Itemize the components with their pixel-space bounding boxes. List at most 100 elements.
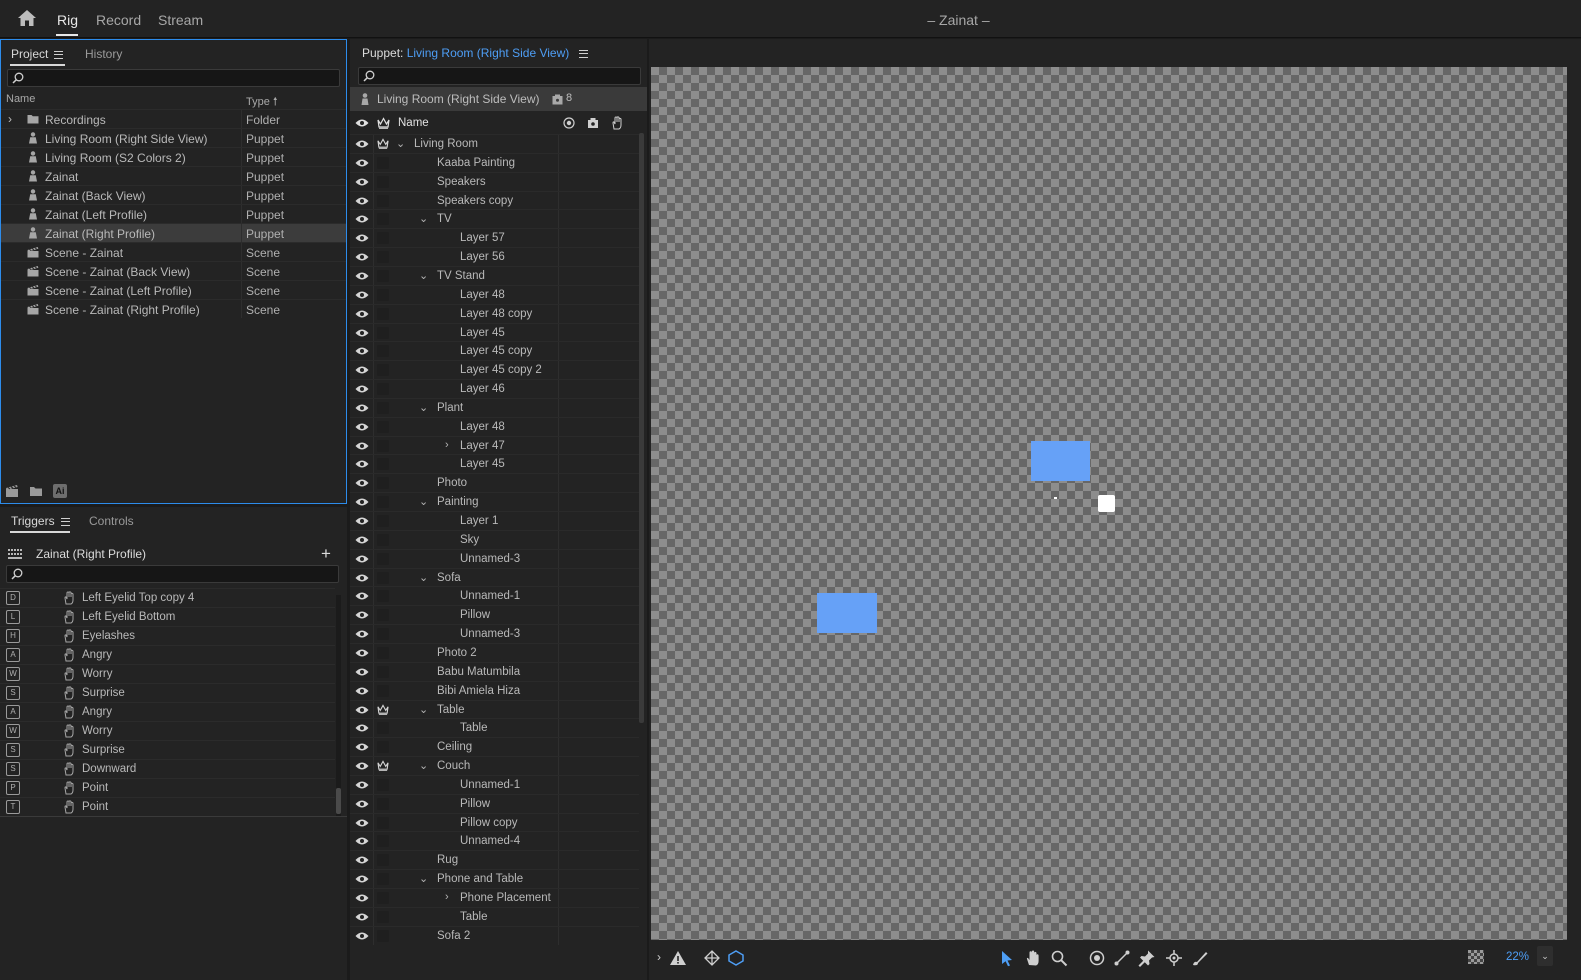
eye-icon[interactable] <box>355 403 369 413</box>
dragger-tool-icon[interactable] <box>1165 949 1183 967</box>
chevron-down-icon[interactable]: ⌄ <box>419 872 428 885</box>
eye-icon[interactable] <box>355 855 369 865</box>
zoom-tool-icon[interactable] <box>1050 949 1068 967</box>
chevron-down-icon[interactable]: ⌄ <box>1537 946 1553 966</box>
stick-tool-icon[interactable] <box>1113 949 1131 967</box>
triggers-search-input[interactable] <box>25 566 334 582</box>
layer-row[interactable]: › Layer 47 <box>350 435 639 455</box>
column-name[interactable]: Name <box>398 117 429 129</box>
crown-toggle[interactable] <box>377 326 389 339</box>
trigger-item[interactable]: S Surprise <box>0 683 335 702</box>
tab-triggers[interactable]: Triggers <box>11 514 70 528</box>
crown-toggle[interactable] <box>377 307 389 320</box>
layer-row[interactable]: Layer 45 copy 2 <box>350 360 639 380</box>
trigger-item[interactable]: D Left Eyelid Top copy 4 <box>0 588 335 607</box>
trigger-key[interactable]: T <box>6 800 20 814</box>
layer-row[interactable]: Kaaba Painting <box>350 152 639 172</box>
selection-tool-icon[interactable] <box>998 949 1016 967</box>
layer-row[interactable]: Layer 48 <box>350 416 639 436</box>
crown-toggle[interactable] <box>377 213 389 226</box>
crown-toggle[interactable] <box>377 288 389 301</box>
project-item[interactable]: Scene - Zainat (Left Profile) Scene <box>1 280 346 299</box>
origin-tool-icon[interactable] <box>1088 949 1106 967</box>
trigger-item[interactable]: P Point <box>0 778 335 797</box>
new-scene-icon[interactable] <box>5 484 19 498</box>
eye-icon[interactable] <box>355 214 369 224</box>
trigger-key[interactable]: A <box>6 705 20 719</box>
trigger-key[interactable]: P <box>6 781 20 795</box>
warning-icon[interactable] <box>669 949 687 967</box>
eye-icon[interactable] <box>355 516 369 526</box>
trigger-key[interactable]: D <box>6 591 20 605</box>
layer-row[interactable]: Babu Matumbila <box>350 661 639 681</box>
triggers-scrollbar-track[interactable] <box>336 595 341 817</box>
layer-row[interactable]: ⌄ Painting <box>350 492 639 512</box>
independence-icon[interactable] <box>587 117 599 129</box>
origin-icon[interactable] <box>563 117 575 129</box>
trigger-item[interactable]: A Angry <box>0 702 335 721</box>
crown-toggle[interactable] <box>377 892 389 904</box>
eye-icon[interactable] <box>355 648 369 658</box>
layer-row[interactable]: Unnamed-1 <box>350 586 639 606</box>
eye-icon[interactable] <box>355 422 369 432</box>
layer-row[interactable]: Layer 48 <box>350 284 639 304</box>
layer-row[interactable]: Speakers copy <box>350 190 639 210</box>
new-folder-icon[interactable] <box>29 484 43 498</box>
mesh-icon[interactable] <box>703 949 721 967</box>
crown-toggle[interactable] <box>377 194 389 207</box>
crown-toggle[interactable] <box>377 364 389 377</box>
puppet-search-input[interactable] <box>377 68 636 84</box>
crown-toggle[interactable] <box>377 665 389 678</box>
tab-controls[interactable]: Controls <box>89 514 134 528</box>
hand-tool-icon[interactable] <box>1024 949 1042 967</box>
chevron-down-icon[interactable]: ⌄ <box>419 495 428 508</box>
crown-toggle[interactable] <box>377 401 389 414</box>
layer-row[interactable]: Table <box>350 906 639 926</box>
crown-toggle[interactable] <box>377 929 389 942</box>
trigger-key[interactable]: A <box>6 648 20 662</box>
crown-toggle[interactable] <box>377 741 389 754</box>
layer-row[interactable]: ⌄ TV Stand <box>350 265 639 285</box>
layer-row[interactable]: Photo 2 <box>350 642 639 662</box>
layer-row[interactable]: ⌄ Living Room <box>350 134 639 153</box>
eye-icon[interactable] <box>355 478 369 488</box>
crown-toggle[interactable] <box>377 684 389 697</box>
layer-row[interactable]: Unnamed-1 <box>350 774 639 794</box>
trigger-key[interactable]: W <box>6 724 20 738</box>
chevron-down-icon[interactable]: ⌄ <box>419 401 428 414</box>
layer-row[interactable]: Layer 45 copy <box>350 341 639 361</box>
eye-icon[interactable] <box>355 233 369 243</box>
chevron-right-icon[interactable]: › <box>445 891 449 903</box>
eye-icon[interactable] <box>355 912 369 922</box>
eye-icon[interactable] <box>355 497 369 507</box>
layer-row[interactable]: ⌄ Plant <box>350 397 639 417</box>
eye-icon[interactable] <box>355 309 369 319</box>
crown-toggle[interactable] <box>377 232 389 245</box>
tab-project[interactable]: Project <box>11 47 64 61</box>
crown-toggle[interactable] <box>377 251 389 264</box>
trigger-item[interactable]: S Downward <box>0 759 335 778</box>
crown-icon[interactable] <box>377 760 389 771</box>
trigger-item[interactable]: H Eyelashes <box>0 626 335 645</box>
chevron-down-icon[interactable]: ⌄ <box>419 703 428 716</box>
eye-icon[interactable] <box>355 554 369 564</box>
crown-icon[interactable] <box>377 703 389 715</box>
add-trigger-button[interactable]: + <box>321 544 331 564</box>
project-item[interactable]: Zainat (Back View) Puppet <box>1 185 346 204</box>
trigger-item[interactable]: W Worry <box>0 721 335 740</box>
crown-toggle[interactable] <box>377 552 389 565</box>
crown-toggle[interactable] <box>377 646 389 659</box>
layer-row[interactable]: Layer 56 <box>350 247 639 267</box>
triggers-scrollbar-thumb[interactable] <box>336 788 341 814</box>
trigger-item[interactable]: A Angry <box>0 645 335 664</box>
chevron-right-icon[interactable]: › <box>8 112 12 126</box>
trigger-key[interactable]: H <box>6 629 20 643</box>
eye-icon[interactable] <box>355 459 369 469</box>
pin-tool-icon[interactable] <box>1138 949 1156 967</box>
handle-shape[interactable] <box>1031 441 1090 481</box>
crown-toggle[interactable] <box>377 609 389 622</box>
layer-row[interactable]: Layer 57 <box>350 228 639 248</box>
eye-icon[interactable] <box>355 591 369 601</box>
eye-icon[interactable] <box>355 686 369 696</box>
crown-toggle[interactable] <box>377 854 389 867</box>
